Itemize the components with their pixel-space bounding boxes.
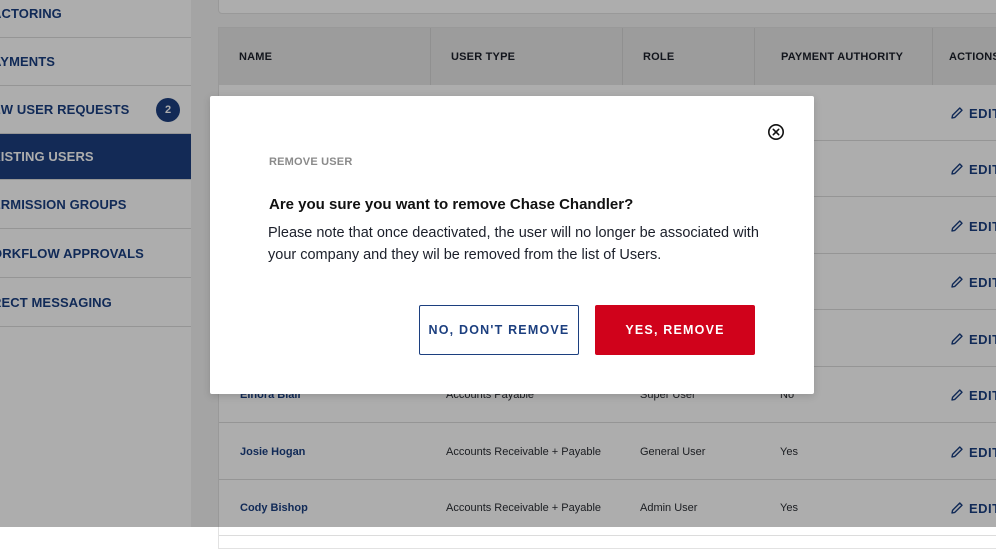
cancel-button[interactable]: NO, DON'T REMOVE bbox=[419, 305, 579, 355]
remove-user-dialog: REMOVE USER Are you sure you want to rem… bbox=[210, 96, 814, 394]
dialog-title: Are you sure you want to remove Chase Ch… bbox=[269, 196, 634, 213]
confirm-remove-button[interactable]: YES, REMOVE bbox=[595, 305, 755, 355]
close-circle-icon[interactable] bbox=[767, 123, 785, 141]
dialog-message: Please note that once deactivated, the u… bbox=[268, 225, 759, 263]
dialog-eyebrow: REMOVE USER bbox=[269, 156, 353, 168]
